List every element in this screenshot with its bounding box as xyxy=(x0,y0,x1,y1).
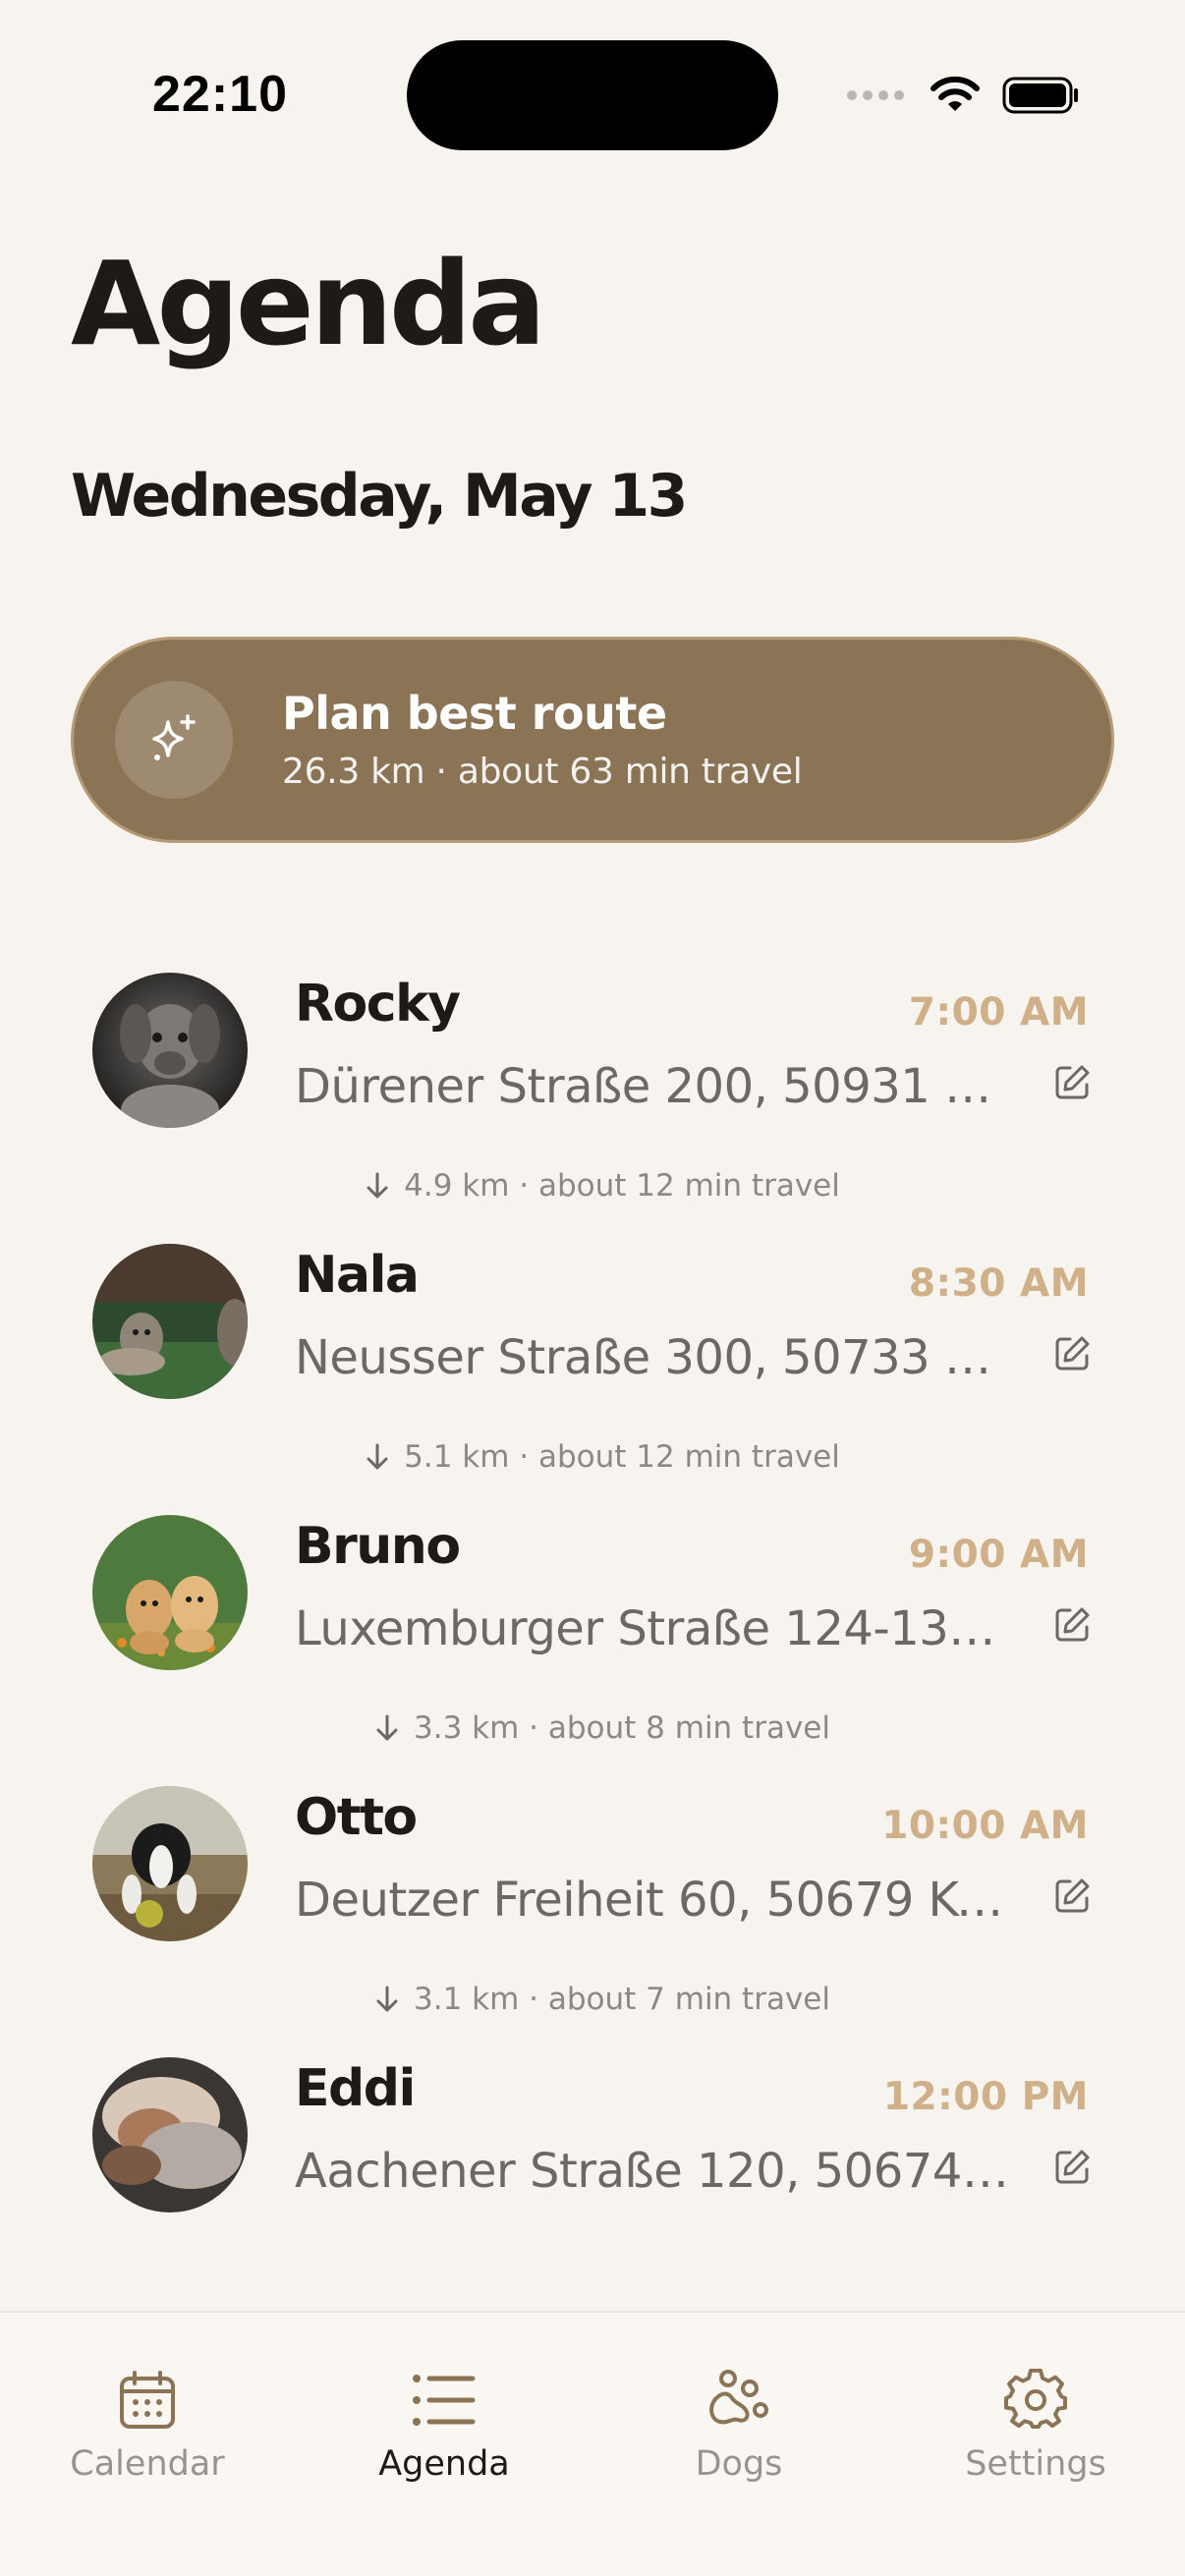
page-title: Agenda xyxy=(71,236,546,371)
battery-icon xyxy=(1002,77,1078,114)
tab-agenda[interactable]: Agenda xyxy=(336,2366,552,2493)
appointment-address: Luxemburger Straße 124-136, 50939 Köln xyxy=(295,1601,1014,1656)
appointment-row[interactable]: Nala 8:30 AM Neusser Straße 300, 50733 K… xyxy=(0,1244,1185,1421)
cellular-signal-icon xyxy=(847,90,904,100)
route-card-subtitle: 26.3 km · about 63 min travel xyxy=(282,752,803,792)
appointment-time: 7:00 AM xyxy=(908,990,1089,1035)
dog-name: Otto xyxy=(295,1788,418,1847)
appointment-row[interactable]: Otto 10:00 AM Deutzer Freiheit 60, 50679… xyxy=(0,1786,1185,1963)
travel-info: 4.9 km · about 12 min travel xyxy=(404,1168,840,1204)
dog-avatar xyxy=(92,1244,248,1399)
edit-icon[interactable] xyxy=(1050,1875,1094,1918)
tab-label: Calendar xyxy=(70,2444,225,2484)
dog-name: Bruno xyxy=(295,1517,461,1576)
plan-route-button[interactable]: Plan best route 26.3 km · about 63 min t… xyxy=(71,637,1114,843)
appointment-time: 10:00 AM xyxy=(881,1804,1089,1848)
status-icons xyxy=(847,71,1081,120)
travel-info: 3.3 km · about 8 min travel xyxy=(414,1710,830,1746)
arrow-down-icon xyxy=(376,1986,398,2012)
wifi-icon xyxy=(931,76,980,111)
tab-bar: Calendar Agenda Dogs Settings xyxy=(0,2311,1185,2576)
travel-segment: 3.3 km · about 8 min travel xyxy=(0,1704,1185,1753)
travel-segment: 3.1 km · about 7 min travel xyxy=(0,1975,1185,2024)
dog-name: Eddi xyxy=(295,2059,416,2118)
calendar-icon xyxy=(118,2366,177,2435)
tab-dogs[interactable]: Dogs xyxy=(631,2366,847,2493)
tab-label: Settings xyxy=(965,2444,1106,2484)
appointment-address: Neusser Straße 300, 50733 Köln xyxy=(295,1330,1014,1385)
tab-label: Agenda xyxy=(378,2444,510,2484)
appointment-address: Dürener Straße 200, 50931 Köln xyxy=(295,1059,1014,1114)
appointment-time: 9:00 AM xyxy=(908,1533,1089,1577)
sparkles-icon xyxy=(115,681,233,799)
travel-segment: 4.9 km · about 12 min travel xyxy=(0,1161,1185,1210)
appointment-row[interactable]: Rocky 7:00 AM Dürener Straße 200, 50931 … xyxy=(0,973,1185,1149)
route-card-title: Plan best route xyxy=(282,687,667,740)
dog-avatar xyxy=(92,1786,248,1941)
tab-calendar[interactable]: Calendar xyxy=(39,2366,255,2493)
dog-name: Nala xyxy=(295,1246,420,1305)
edit-icon[interactable] xyxy=(1050,1603,1094,1647)
gear-icon xyxy=(1004,2366,1067,2435)
arrow-down-icon xyxy=(376,1714,398,1741)
edit-icon[interactable] xyxy=(1050,1332,1094,1375)
arrow-down-icon xyxy=(367,1443,388,1470)
edit-icon[interactable] xyxy=(1050,1061,1094,1104)
travel-segment: 5.1 km · about 12 min travel xyxy=(0,1432,1185,1482)
status-time: 22:10 xyxy=(152,66,288,123)
tab-settings[interactable]: Settings xyxy=(928,2366,1144,2493)
tab-label: Dogs xyxy=(695,2444,783,2484)
paw-icon xyxy=(706,2366,771,2435)
appointment-address: Deutzer Freiheit 60, 50679 Köln xyxy=(295,1873,1014,1928)
dog-avatar xyxy=(92,1515,248,1670)
list-icon xyxy=(412,2366,477,2435)
appointment-time: 8:30 AM xyxy=(908,1261,1089,1306)
appointment-time: 12:00 PM xyxy=(882,2075,1089,2119)
appointment-row[interactable]: Eddi 12:00 PM Aachener Straße 120, 50674… xyxy=(0,2057,1185,2234)
dog-avatar xyxy=(92,973,248,1128)
dynamic-island xyxy=(407,40,778,150)
arrow-down-icon xyxy=(367,1172,388,1199)
appointment-address: Aachener Straße 120, 50674 Köln xyxy=(295,2144,1014,2199)
appointment-row[interactable]: Bruno 9:00 AM Luxemburger Straße 124-136… xyxy=(0,1515,1185,1692)
edit-icon[interactable] xyxy=(1050,2146,1094,2189)
travel-info: 5.1 km · about 12 min travel xyxy=(404,1439,840,1475)
dog-name: Rocky xyxy=(295,975,461,1034)
travel-info: 3.1 km · about 7 min travel xyxy=(414,1982,830,2017)
dog-avatar xyxy=(92,2057,248,2212)
status-bar: 22:10 xyxy=(0,0,1185,196)
date-heading: Wednesday, May 13 xyxy=(71,462,688,531)
